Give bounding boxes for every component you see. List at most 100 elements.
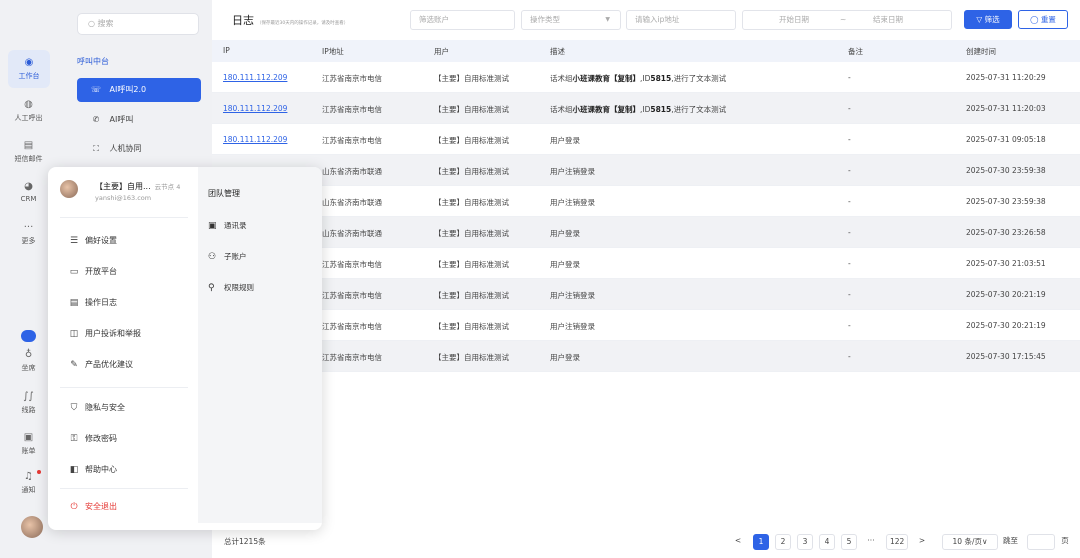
menu-item-label: 修改密码 — [85, 434, 117, 443]
ip-location: 江苏省南京市电信 — [322, 105, 382, 114]
nav-item-collab[interactable]: ⛶ 人机协同 — [77, 137, 201, 161]
line-icon: ∫∫ — [23, 391, 34, 402]
account-email: yanshi@163.com — [95, 194, 152, 202]
table-row: 180.111.112.209 江苏省南京市电信 【主要】自用标准测试 用户登录 - 20… — [212, 124, 1080, 155]
nav-item-ai-call[interactable]: ✆ AI呼叫 — [77, 108, 201, 132]
logout-button[interactable]: ⏻ 安全退出 — [68, 501, 117, 512]
col-created-time: 创建时间 — [966, 47, 996, 56]
menu-preferences[interactable]: ☰ 偏好设置 — [68, 235, 117, 246]
more-icon: ··· — [23, 222, 34, 233]
report-icon: ◫ — [69, 329, 79, 339]
note-cell: - — [848, 259, 851, 268]
menu-complaint-report[interactable]: ◫ 用户投诉和举报 — [68, 328, 141, 339]
rail-item-label: 通知 — [21, 486, 36, 494]
op-type-select[interactable]: 操作类型 ▼ — [521, 10, 621, 30]
ip-location: 江苏省南京市电信 — [322, 74, 382, 83]
divider — [60, 488, 188, 489]
jump-page-input[interactable] — [1027, 534, 1055, 550]
rail-item-manual-call[interactable]: ◍ 人工呼出 — [0, 98, 57, 123]
menu-help-center[interactable]: ◧ 帮助中心 — [68, 464, 117, 475]
rail-item-message[interactable]: ▤ 短信邮件 — [0, 139, 57, 164]
menu-product-suggestion[interactable]: ✎ 产品优化建议 — [68, 359, 133, 370]
main-panel: 日志 （保存最近30天内的操作记录，请及时查看） 筛选账户 操作类型 ▼ 请输入i… — [212, 0, 1080, 558]
desc-text: 用户注销登录 — [550, 198, 595, 207]
subaccount-icon: ⚇ — [208, 252, 217, 262]
team-item-permissions[interactable]: ⚲ 权限规则 — [208, 282, 254, 293]
shield-icon: ⛉ — [70, 403, 78, 413]
menu-privacy-security[interactable]: ⛉ 隐私与安全 — [68, 402, 125, 413]
agent-icon: ♁ — [24, 349, 33, 360]
user-cell: 【主要】自用标准测试 — [434, 105, 509, 114]
op-type-placeholder: 操作类型 — [530, 15, 560, 24]
page-last[interactable]: 122 — [886, 534, 909, 550]
ip-location: 山东省济南市联通 — [322, 229, 382, 238]
ip-search-input[interactable]: 请输入ip地址 — [626, 10, 736, 30]
team-item-subaccount[interactable]: ⚇ 子账户 — [208, 251, 247, 262]
filter-account-input[interactable]: 筛选账户 — [410, 10, 515, 30]
table-row: 山东省济南市联通 【主要】自用标准测试 用户登录 - 2025-07-30 23:26:… — [212, 217, 1080, 248]
desc-text: 用户注销登录 — [550, 167, 595, 176]
desc-text: ,ID — [640, 105, 651, 114]
user-cell: 【主要】自用标准测试 — [434, 198, 509, 207]
desc-text: 用户注销登录 — [550, 322, 595, 331]
prev-page-button[interactable]: < — [730, 534, 746, 550]
ip-location: 山东省济南市联通 — [322, 167, 382, 176]
account-menu: 【主要】自用... 云节点 4 yanshi@163.com ☰ 偏好设置 ▭ 开放平… — [48, 167, 198, 530]
created-time: 2025-07-30 21:03:51 — [966, 259, 1046, 268]
user-avatar[interactable] — [21, 516, 43, 538]
page-3[interactable]: 3 — [797, 534, 813, 550]
table-row: 180.111.112.209 江苏省南京市电信 【主要】自用标准测试 话术组小班课教… — [212, 62, 1080, 93]
nav-item-label: AI呼叫2.0 — [109, 85, 147, 94]
page-5[interactable]: 5 — [841, 534, 857, 550]
manual-call-icon: ◍ — [24, 99, 33, 110]
ip-link[interactable]: 180.111.112.209 — [223, 104, 287, 113]
col-user: 用户 — [434, 47, 449, 56]
filter-bar: 日志 （保存最近30天内的操作记录，请及时查看） 筛选账户 操作类型 ▼ 请输入i… — [212, 0, 1080, 40]
ip-location: 山东省济南市联通 — [322, 198, 382, 207]
team-item-label: 子账户 — [224, 252, 247, 261]
ip-link[interactable]: 180.111.112.209 — [223, 135, 287, 144]
page-4[interactable]: 4 — [819, 534, 835, 550]
desc-bold: 小班课教育【复制】 — [572, 74, 641, 83]
description-cell: 用户登录 — [550, 259, 580, 270]
page-size-select[interactable]: 10 条/页∨ — [942, 534, 998, 550]
team-item-label: 通讯录 — [224, 221, 247, 230]
reset-button[interactable]: ◯ 重置 — [1018, 10, 1068, 29]
description-cell: 用户登录 — [550, 352, 580, 363]
cloud-node-badge: 云节点 4 — [154, 183, 181, 191]
desc-text: 话术组 — [550, 74, 573, 83]
rail-item-workbench[interactable]: ◉ 工作台 — [8, 50, 50, 88]
table-row: 180.111.112.209 江苏省南京市电信 【主要】自用标准测试 话术组小班课教… — [212, 93, 1080, 124]
user-cell: 【主要】自用标准测试 — [434, 74, 509, 83]
page-1[interactable]: 1 — [753, 534, 769, 550]
menu-open-platform[interactable]: ▭ 开放平台 — [68, 266, 117, 277]
note-cell: - — [848, 166, 851, 175]
menu-item-label: 操作日志 — [85, 298, 117, 307]
team-management-panel: 团队管理 ▣ 通讯录 ⚇ 子账户 ⚲ 权限规则 — [198, 167, 322, 523]
note-cell: - — [848, 321, 851, 330]
account-name-text: 【主要】自用... — [95, 182, 151, 191]
ip-link[interactable]: 180.111.112.209 — [223, 73, 287, 82]
page-subtitle: （保存最近30天内的操作记录，请及时查看） — [257, 21, 349, 26]
page-unit-label: 页 — [1061, 536, 1069, 545]
desc-id: 5815 — [650, 105, 672, 114]
account-menu-popup: 【主要】自用... 云节点 4 yanshi@163.com ☰ 偏好设置 ▭ 开放平… — [48, 167, 322, 530]
phone-icon: ✆ — [92, 115, 100, 124]
nav-item-ai-call-2[interactable]: ☏ AI呼叫2.0 — [77, 78, 201, 102]
search-input[interactable]: ○ 搜索 — [77, 13, 199, 35]
next-page-button[interactable]: > — [914, 534, 930, 550]
logout-label: 安全退出 — [85, 502, 117, 511]
rail-item-label: 线路 — [21, 406, 36, 414]
menu-change-password[interactable]: ⚿ 修改密码 — [68, 433, 117, 444]
note-cell: - — [848, 135, 851, 144]
filter-button[interactable]: ▽ 筛选 — [964, 10, 1012, 29]
page-2[interactable]: 2 — [775, 534, 791, 550]
ip-location: 江苏省南京市电信 — [322, 322, 382, 331]
user-cell: 【主要】自用标准测试 — [434, 322, 509, 331]
menu-operation-log[interactable]: ▤ 操作日志 — [68, 297, 117, 308]
desc-text: 话术组 — [550, 105, 573, 114]
date-range-picker[interactable]: 开始日期 ~ 结束日期 — [742, 10, 952, 30]
table-row: 江苏省南京市电信 【主要】自用标准测试 用户注销登录 - 2025-07-30 20:2… — [212, 279, 1080, 310]
team-item-contacts[interactable]: ▣ 通讯录 — [208, 220, 247, 231]
page-ellipsis[interactable]: ··· — [863, 534, 879, 550]
